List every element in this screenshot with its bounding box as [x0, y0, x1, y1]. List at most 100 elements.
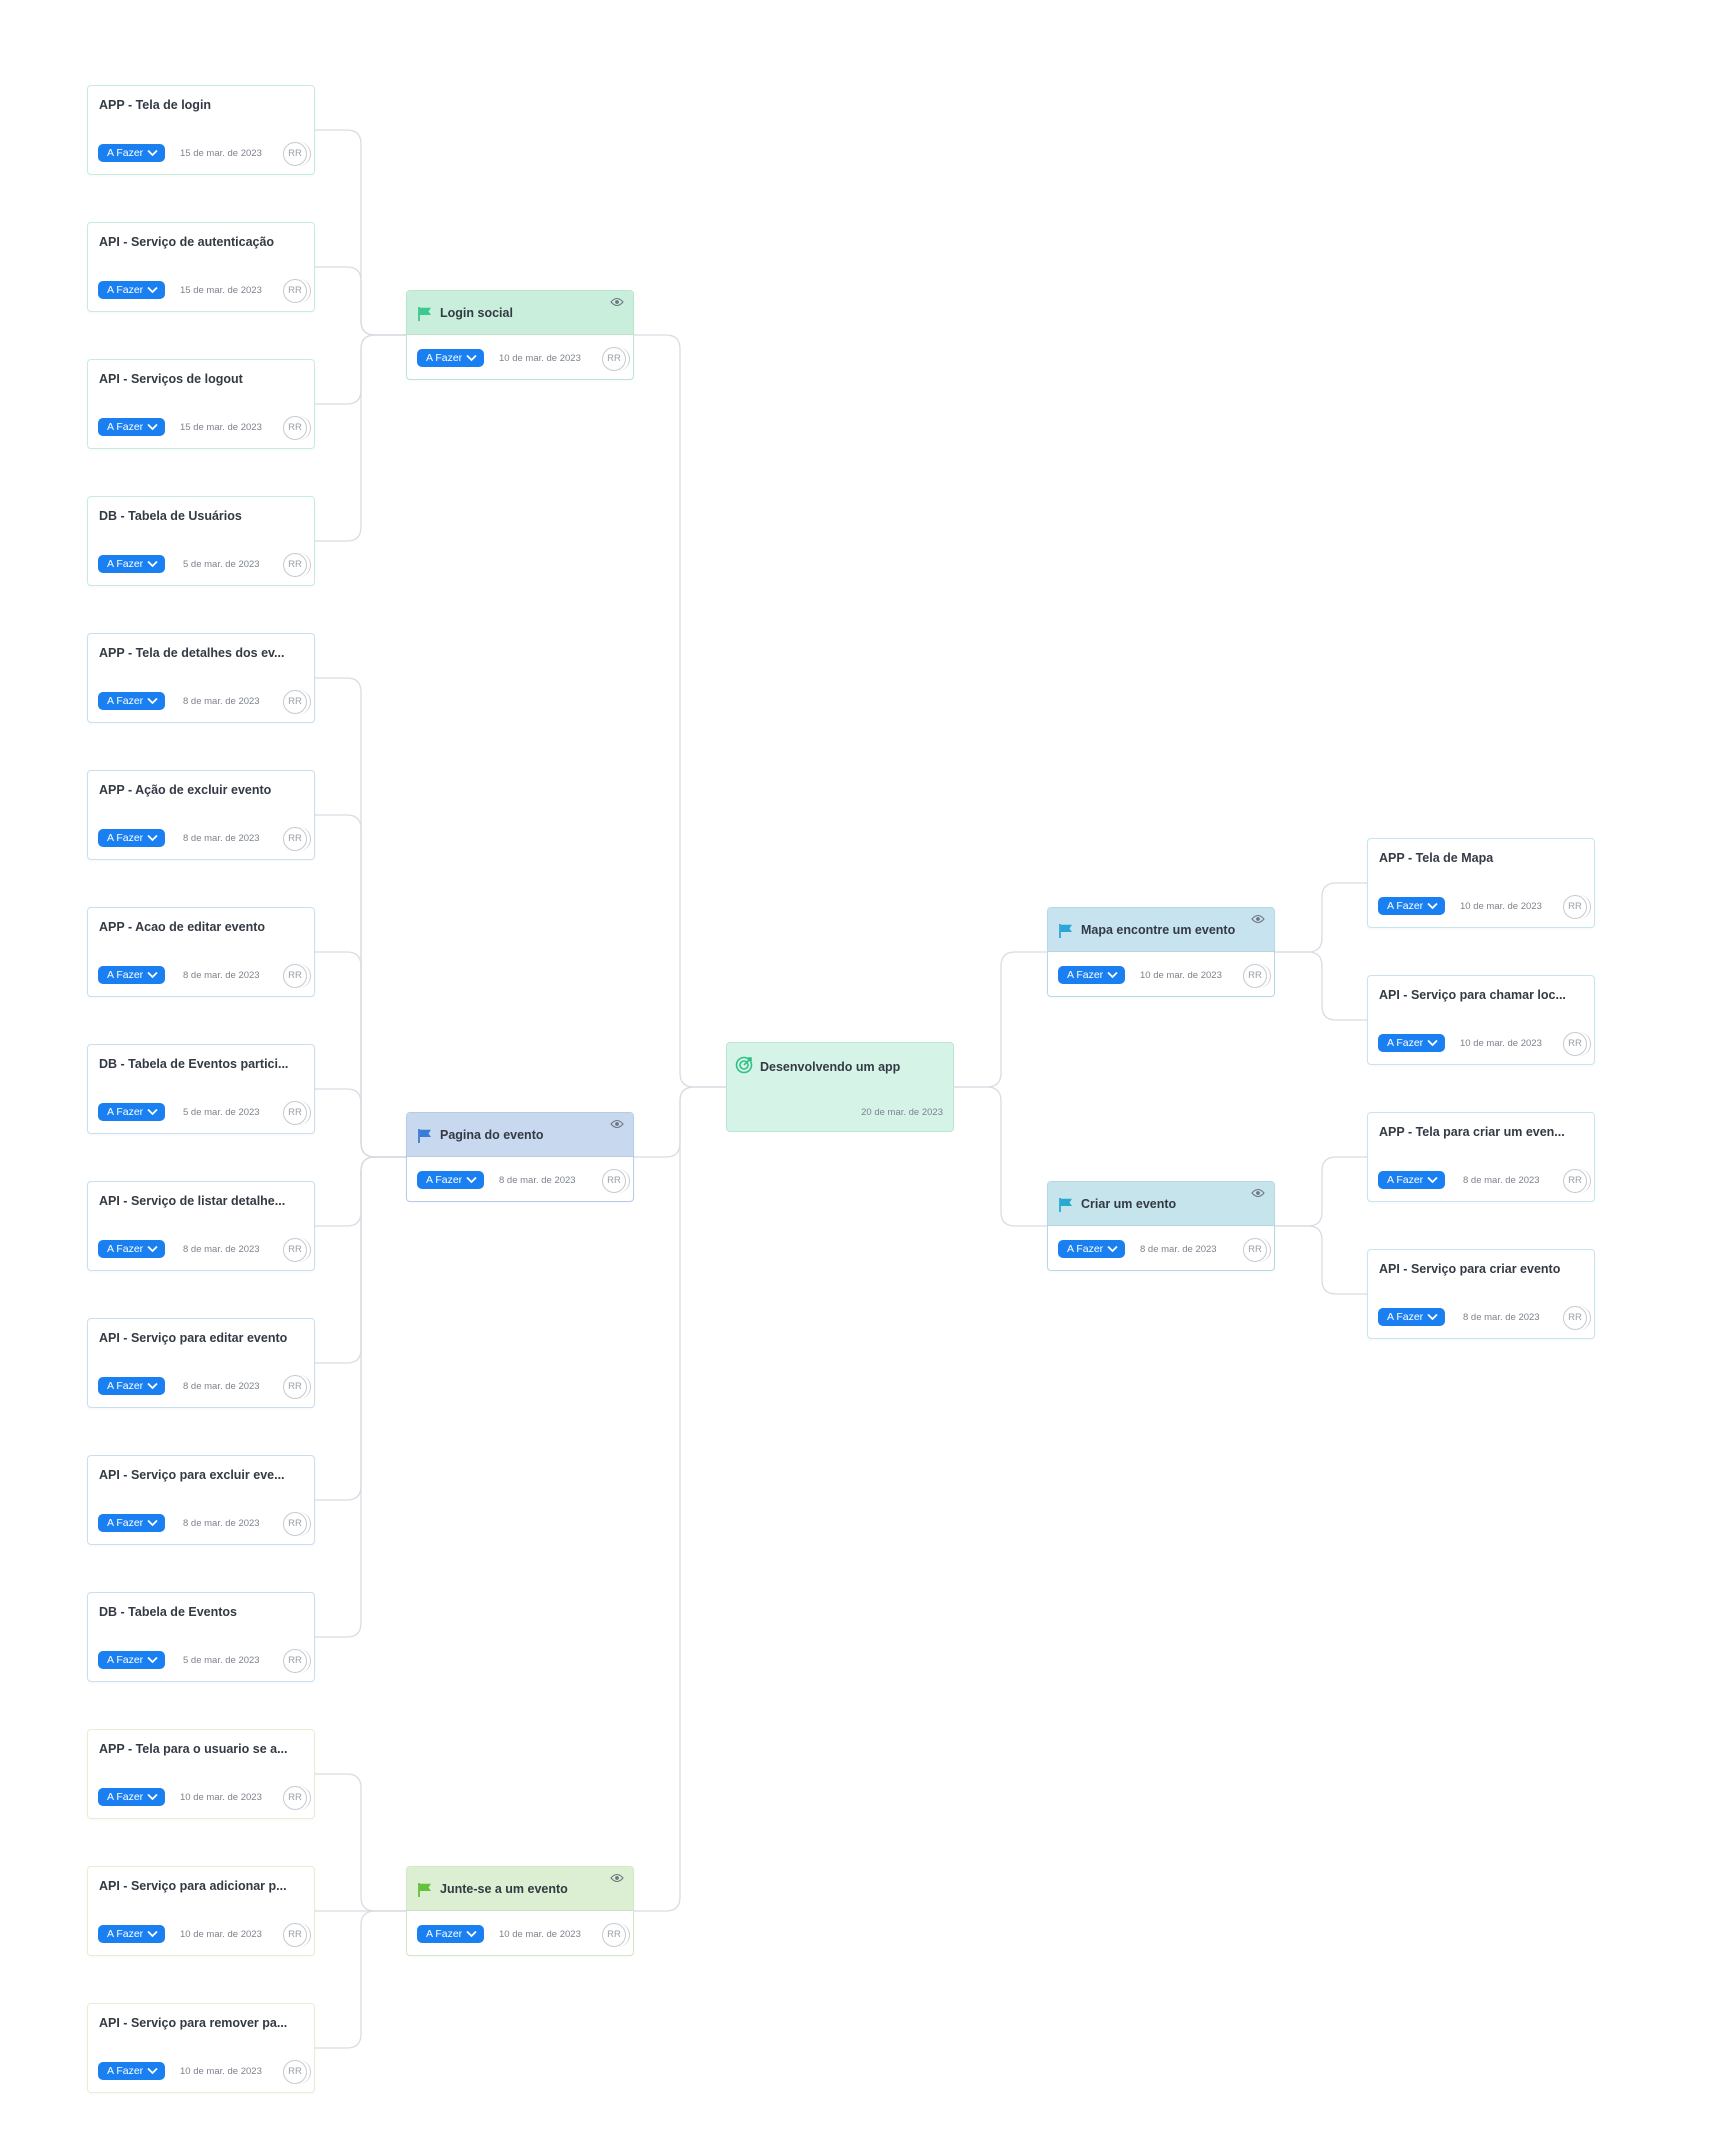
avatar[interactable]: RR	[602, 1922, 630, 1947]
due-date: 15 de mar. de 2023	[180, 422, 262, 433]
status-dropdown[interactable]: A Fazer	[98, 1103, 165, 1121]
status-dropdown[interactable]: A Fazer	[98, 2062, 165, 2080]
status-dropdown[interactable]: A Fazer	[98, 144, 165, 162]
status-dropdown[interactable]: A Fazer	[98, 1377, 165, 1395]
task-card[interactable]: DB - Tabela de Eventos partici... A Fazer…	[87, 1044, 315, 1134]
milestone-title: Junte-se a um evento	[440, 1882, 568, 1896]
due-date: 8 de mar. de 2023	[183, 1518, 260, 1529]
eye-icon[interactable]	[1251, 1188, 1265, 1198]
milestone-card[interactable]: Pagina do evento A Fazer 8 de mar. de 2023…	[406, 1112, 634, 1202]
avatar[interactable]: RR	[1563, 1305, 1591, 1330]
status-dropdown[interactable]: A Fazer	[98, 1514, 165, 1532]
task-card[interactable]: APP - Tela para criar um even... A Fazer 8…	[1367, 1112, 1595, 1202]
task-card[interactable]: APP - Tela de login A Fazer 15 de mar. de …	[87, 85, 315, 175]
due-date: 15 de mar. de 2023	[180, 148, 262, 159]
milestone-title: Criar um evento	[1081, 1197, 1177, 1211]
task-card[interactable]: API - Serviço para adicionar p... A Fazer…	[87, 1866, 315, 1956]
avatar[interactable]: RR	[283, 1100, 311, 1125]
task-card[interactable]: API - Serviço de autenticação A Fazer 15 d…	[87, 222, 315, 312]
status-label: A Fazer	[107, 1106, 144, 1118]
task-card[interactable]: DB - Tabela de Usuários A Fazer 5 de mar. …	[87, 496, 315, 586]
status-dropdown[interactable]: A Fazer	[1378, 1171, 1445, 1189]
due-date: 8 de mar. de 2023	[183, 1244, 260, 1255]
connector-line	[634, 1086, 726, 1912]
avatar[interactable]: RR	[283, 2059, 311, 2084]
status-dropdown[interactable]: A Fazer	[98, 281, 165, 299]
avatar[interactable]: RR	[283, 278, 311, 303]
avatar[interactable]: RR	[283, 963, 311, 988]
milestone-card[interactable]: Mapa encontre um evento A Fazer 10 de mar.…	[1047, 907, 1275, 997]
task-card[interactable]: API - Serviço de listar detalhe... A Faze…	[87, 1181, 315, 1271]
connector-line	[315, 814, 406, 1158]
status-label: A Fazer	[426, 1928, 463, 1940]
status-dropdown[interactable]: A Fazer	[417, 1925, 484, 1943]
task-card[interactable]: APP - Ação de excluir evento A Fazer 8 de …	[87, 770, 315, 860]
task-card[interactable]: DB - Tabela de Eventos A Fazer 5 de mar. d…	[87, 1592, 315, 1682]
avatar[interactable]: RR	[602, 346, 630, 371]
eye-icon[interactable]	[1251, 914, 1265, 924]
status-dropdown[interactable]: A Fazer	[98, 829, 165, 847]
eye-icon[interactable]	[610, 1119, 624, 1129]
avatar[interactable]: RR	[1243, 963, 1271, 988]
task-card[interactable]: API - Serviço para excluir eve... A Fazer…	[87, 1455, 315, 1545]
chevron-down-icon	[1427, 1039, 1438, 1047]
connector-line	[634, 1086, 726, 1158]
task-card[interactable]: APP - Tela de Mapa A Fazer 10 de mar. de 2…	[1367, 838, 1595, 928]
task-title: APP - Ação de excluir evento	[99, 783, 272, 797]
status-label: A Fazer	[107, 2065, 144, 2077]
status-dropdown[interactable]: A Fazer	[1378, 1308, 1445, 1326]
status-dropdown[interactable]: A Fazer	[98, 1788, 165, 1806]
task-card[interactable]: API - Serviço para remover pa... A Fazer 1…	[87, 2003, 315, 2093]
avatar[interactable]: RR	[602, 1168, 630, 1193]
task-card[interactable]: API - Serviços de logout A Fazer 15 de mar…	[87, 359, 315, 449]
due-date: 10 de mar. de 2023	[499, 1929, 581, 1940]
status-dropdown[interactable]: A Fazer	[98, 1240, 165, 1258]
due-date: 10 de mar. de 2023	[180, 1792, 262, 1803]
avatar[interactable]: RR	[283, 1237, 311, 1262]
avatar[interactable]: RR	[283, 1374, 311, 1399]
due-date: 10 de mar. de 2023	[180, 1929, 262, 1940]
avatar[interactable]: RR	[283, 1922, 311, 1947]
avatar[interactable]: RR	[283, 552, 311, 577]
status-dropdown[interactable]: A Fazer	[98, 555, 165, 573]
status-dropdown[interactable]: A Fazer	[1378, 1034, 1445, 1052]
avatar[interactable]: RR	[283, 1785, 311, 1810]
avatar[interactable]: RR	[283, 1511, 311, 1536]
task-card[interactable]: APP - Tela de detalhes dos ev... A Fazer 8…	[87, 633, 315, 723]
status-dropdown[interactable]: A Fazer	[98, 692, 165, 710]
status-dropdown[interactable]: A Fazer	[98, 1925, 165, 1943]
status-dropdown[interactable]: A Fazer	[417, 1171, 484, 1189]
task-card[interactable]: API - Serviço para chamar loc... A Fazer 1…	[1367, 975, 1595, 1065]
task-title: API - Serviço de listar detalhe...	[99, 1194, 286, 1208]
avatar[interactable]: RR	[283, 415, 311, 440]
chevron-down-icon	[147, 1245, 158, 1253]
task-card[interactable]: APP - Tela para o usuario se a... A Fazer…	[87, 1729, 315, 1819]
avatar[interactable]: RR	[283, 1648, 311, 1673]
status-dropdown[interactable]: A Fazer	[98, 966, 165, 984]
avatar[interactable]: RR	[283, 689, 311, 714]
status-dropdown[interactable]: A Fazer	[98, 1651, 165, 1669]
status-dropdown[interactable]: A Fazer	[1378, 897, 1445, 915]
eye-icon[interactable]	[610, 1873, 624, 1883]
connector-line	[315, 1088, 406, 1158]
avatar[interactable]: RR	[1563, 1168, 1591, 1193]
avatar[interactable]: RR	[283, 141, 311, 166]
eye-icon[interactable]	[610, 297, 624, 307]
status-dropdown[interactable]: A Fazer	[1058, 1240, 1125, 1258]
avatar[interactable]: RR	[1563, 1031, 1591, 1056]
status-dropdown[interactable]: A Fazer	[98, 418, 165, 436]
milestone-card[interactable]: Login social A Fazer 10 de mar. de 2023 RR	[406, 290, 634, 380]
milestone-card[interactable]: Junte-se a um evento A Fazer 10 de mar. de…	[406, 1866, 634, 1956]
root-node[interactable]: Desenvolvendo um app 20 de mar. de 2023	[726, 1042, 954, 1132]
task-card[interactable]: API - Serviço para criar evento A Fazer 8 …	[1367, 1249, 1595, 1339]
avatar[interactable]: RR	[1563, 894, 1591, 919]
status-dropdown[interactable]: A Fazer	[1058, 966, 1125, 984]
task-card[interactable]: API - Serviço para editar evento A Fazer 8…	[87, 1318, 315, 1408]
avatar[interactable]: RR	[283, 826, 311, 851]
task-card[interactable]: APP - Acao de editar evento A Fazer 8 de m…	[87, 907, 315, 997]
status-dropdown[interactable]: A Fazer	[417, 349, 484, 367]
connector-line	[954, 1086, 1047, 1227]
milestone-card[interactable]: Criar um evento A Fazer 8 de mar. de 2023 R…	[1047, 1181, 1275, 1271]
task-title: API - Serviço para excluir eve...	[99, 1468, 285, 1482]
avatar[interactable]: RR	[1243, 1237, 1271, 1262]
